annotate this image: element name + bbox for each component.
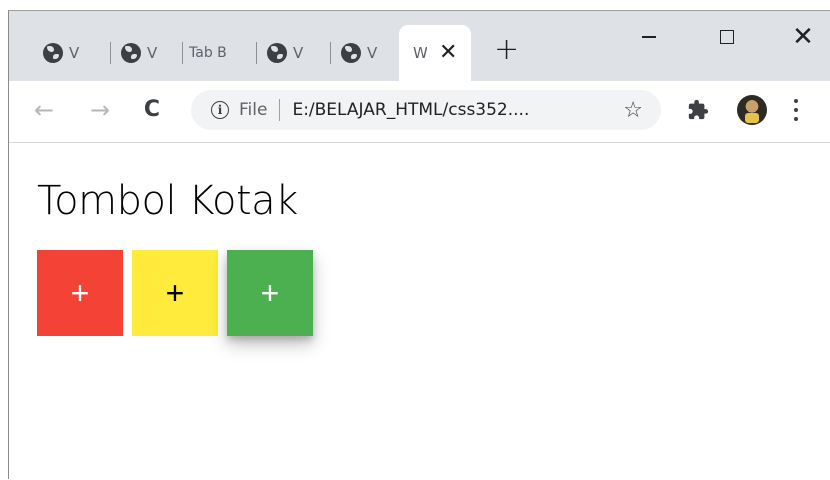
add-button-green[interactable]: +: [227, 250, 313, 336]
tab-2[interactable]: V: [111, 25, 183, 81]
tab-strip: V V Tab B V V W ✕ + ✕: [9, 11, 830, 81]
back-button[interactable]: ←: [29, 95, 59, 125]
page-content: Tombol Kotak + + +: [9, 144, 830, 480]
globe-icon: [341, 43, 361, 63]
browser-toolbar: ← → C i File E:/BELAJAR_HTML/css352.... …: [9, 81, 830, 143]
profile-avatar[interactable]: [737, 95, 767, 125]
add-button-yellow[interactable]: +: [132, 250, 218, 336]
reload-button[interactable]: C: [137, 95, 167, 125]
window-close-button[interactable]: ✕: [775, 17, 830, 57]
tab-title: V: [69, 44, 80, 62]
globe-icon: [267, 43, 287, 63]
minimize-button[interactable]: [621, 17, 677, 57]
info-icon[interactable]: i: [211, 101, 229, 119]
tab-close-icon[interactable]: ✕: [439, 42, 457, 64]
tab-6-active[interactable]: W ✕: [399, 25, 471, 81]
url-text[interactable]: E:/BELAJAR_HTML/css352....: [292, 100, 529, 120]
site-label: File: [239, 100, 268, 120]
tab-3[interactable]: Tab B: [183, 25, 257, 81]
extensions-icon[interactable]: [687, 99, 709, 121]
new-tab-button[interactable]: +: [494, 35, 519, 65]
globe-icon: [121, 43, 141, 63]
tab-title: V: [367, 44, 378, 62]
tab-1[interactable]: V: [33, 25, 111, 81]
tab-title: V: [147, 44, 158, 62]
tab-title: Tab B: [189, 45, 227, 61]
menu-dot: [794, 108, 798, 112]
tab-title: W: [413, 44, 427, 62]
tab-5[interactable]: V: [331, 25, 399, 81]
forward-button[interactable]: →: [85, 95, 115, 125]
more-menu-icon[interactable]: [793, 99, 799, 121]
menu-dot: [794, 99, 798, 103]
maximize-button[interactable]: [699, 17, 755, 57]
globe-icon: [43, 43, 63, 63]
page-title: Tombol Kotak: [37, 178, 298, 224]
menu-dot: [794, 117, 798, 121]
browser-window: V V Tab B V V W ✕ + ✕ ← → C i File E:/BE…: [8, 10, 830, 480]
tab-title: V: [293, 44, 304, 62]
address-bar[interactable]: i File E:/BELAJAR_HTML/css352.... ☆: [191, 90, 661, 130]
add-button-red[interactable]: +: [37, 250, 123, 336]
bookmark-star-icon[interactable]: ☆: [623, 98, 643, 123]
tab-4[interactable]: V: [257, 25, 331, 81]
address-separator: [279, 99, 281, 121]
